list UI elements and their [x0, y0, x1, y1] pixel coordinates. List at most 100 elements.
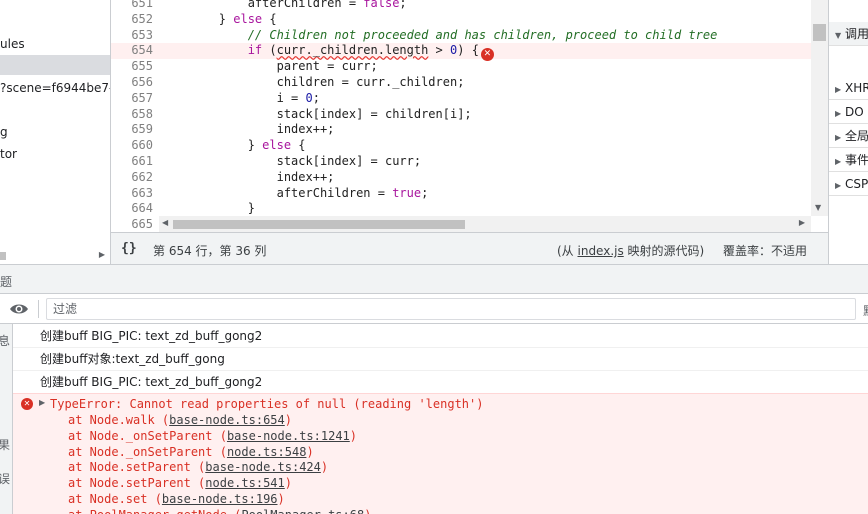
source-map-suffix: 映射的源代码)	[623, 244, 705, 258]
stack-frame-function: at Node.set (	[68, 492, 162, 506]
section-call-stack[interactable]: ▼ 调用	[829, 22, 868, 46]
navigator-item-label: ules	[0, 37, 25, 51]
code-line[interactable]: 664 }	[111, 201, 811, 217]
line-number[interactable]: 654	[111, 43, 153, 59]
pretty-print-icon[interactable]: {}	[121, 241, 137, 256]
scroll-right-arrow-icon[interactable]: ▶	[799, 218, 805, 227]
scroll-left-arrow-icon[interactable]: ◀	[162, 218, 168, 227]
line-number[interactable]: 653	[111, 28, 153, 44]
code-text: afterChildren = false;	[161, 0, 407, 10]
section-csp-breakpoints[interactable]: ▶ CSP	[829, 172, 868, 196]
triangle-right-icon: ▶	[835, 181, 842, 190]
code-text: i = 0;	[161, 90, 320, 105]
navigator-horizontal-scrollbar[interactable]: ▶	[0, 248, 110, 264]
code-line-error[interactable]: 654 if (curr._children.length > 0) {✕	[111, 43, 811, 62]
code-line[interactable]: 655 parent = curr;	[111, 59, 811, 75]
coverage-label: 覆盖率：不适用	[723, 244, 808, 258]
console-sidebar-label[interactable]: 误	[0, 470, 10, 487]
code-line[interactable]: 657 i = 0;	[111, 91, 811, 107]
code-line[interactable]: 662 index++;	[111, 170, 811, 186]
stack-frame-close: )	[277, 492, 285, 506]
error-text: TypeError: Cannot read properties of nul…	[50, 397, 484, 411]
navigator-item-selected[interactable]	[0, 55, 110, 75]
console-sidebar-label[interactable]: 果	[0, 436, 10, 453]
scrollbar-thumb[interactable]	[0, 252, 6, 260]
code-text: parent = curr;	[161, 59, 378, 74]
code-text: } else {	[161, 138, 306, 153]
code-line[interactable]: 656 children = curr._children;	[111, 75, 811, 91]
line-number[interactable]: 660	[111, 138, 153, 154]
scrollbar-thumb[interactable]	[173, 220, 465, 229]
code-text: } else {	[161, 11, 277, 26]
line-number[interactable]: 663	[111, 186, 153, 202]
console-log-row[interactable]: 创建buff对象:text_zd_buff_gong	[13, 348, 868, 371]
stack-frame-source-link[interactable]: base-node.ts:196	[162, 492, 278, 506]
stack-frame-source-link[interactable]: base-node.ts:654	[169, 413, 285, 427]
navigator-item[interactable]: ules	[0, 34, 25, 54]
source-map-info: (从 index.js 映射的源代码)	[557, 242, 704, 259]
editor-scroll-thumb[interactable]	[813, 24, 826, 41]
expand-triangle-icon[interactable]: ▶	[39, 398, 45, 407]
stack-frame-source-link[interactable]: node.ts:548	[227, 445, 306, 459]
code-line[interactable]: 663 afterChildren = true;	[111, 186, 811, 202]
drawer-tab[interactable]: 题	[0, 273, 12, 290]
section-dom-breakpoints[interactable]: ▶ DO	[829, 100, 868, 124]
line-number[interactable]: 652	[111, 12, 153, 28]
line-number[interactable]: 655	[111, 59, 153, 75]
section-global-listeners[interactable]: ▶ 全局	[829, 124, 868, 148]
triangle-down-icon: ▼	[835, 31, 842, 40]
code-line[interactable]: 651 afterChildren = false;	[111, 0, 811, 12]
drawer-tab-bar: 题	[0, 264, 868, 294]
navigator-item[interactable]: ?scene=f6944be7-	[0, 78, 110, 98]
navigator-panel: ules ?scene=f6944be7- g tor ▶	[0, 0, 111, 264]
line-number[interactable]: 657	[111, 91, 153, 107]
code-text: afterChildren = true;	[161, 185, 429, 200]
section-event-listeners[interactable]: ▶ 事件	[829, 148, 868, 172]
default-levels-dropdown[interactable]: 默	[863, 302, 868, 319]
code-line[interactable]: 659 index++;	[111, 122, 811, 138]
source-editor[interactable]: 651 afterChildren = false; 652 } else {65…	[111, 0, 828, 232]
stack-frame-source-link[interactable]: node.ts:541	[205, 476, 284, 490]
triangle-right-icon: ▶	[835, 133, 842, 142]
code-text: index++;	[161, 122, 335, 137]
stack-frame-close: )	[306, 444, 314, 459]
stack-frame: at Node.setParent (node.ts:541)	[68, 475, 292, 491]
line-number[interactable]: 664	[111, 201, 153, 217]
eye-icon[interactable]	[8, 300, 30, 318]
editor-horizontal-scrollbar[interactable]: ◀ ▶	[159, 216, 811, 232]
console-toolbar: 默	[0, 294, 868, 324]
line-number[interactable]: 662	[111, 170, 153, 186]
console-filter-input[interactable]	[46, 298, 856, 320]
code-line[interactable]: 653 // Children not proceeded and has ch…	[111, 28, 811, 44]
line-number[interactable]: 661	[111, 154, 153, 170]
section-label: 全局	[845, 129, 868, 143]
navigator-item[interactable]: g	[0, 122, 8, 142]
console-log-row[interactable]: 创建buff BIG_PIC: text_zd_buff_gong2	[13, 371, 868, 394]
code-line[interactable]: 660 } else {	[111, 138, 811, 154]
line-number[interactable]: 651	[111, 0, 153, 12]
stack-frame: at Node._onSetParent (base-node.ts:1241)	[68, 428, 357, 444]
console-log-row[interactable]: 创建buff BIG_PIC: text_zd_buff_gong2	[13, 325, 868, 348]
section-xhr-breakpoints[interactable]: ▶XHR	[829, 76, 868, 100]
line-number[interactable]: 665	[111, 217, 153, 232]
code-line[interactable]: 652 } else {	[111, 12, 811, 28]
console-error-message[interactable]: ✕ ▶ TypeError: Cannot read properties of…	[13, 393, 868, 514]
code-line[interactable]: 661 stack[index] = curr;	[111, 154, 811, 170]
log-message: 创建buff BIG_PIC: text_zd_buff_gong2	[40, 329, 263, 343]
stack-frame-source-link[interactable]: PoolManager.ts:68	[241, 508, 364, 514]
scroll-down-arrow-icon[interactable]: ▼	[815, 203, 821, 212]
section-label: CSP	[845, 177, 868, 191]
console-sidebar-label[interactable]: 息	[0, 332, 10, 349]
line-number[interactable]: 659	[111, 122, 153, 138]
stack-frame-source-link[interactable]: base-node.ts:424	[205, 460, 321, 474]
source-map-link[interactable]: index.js	[578, 244, 624, 258]
section-label: 调用	[845, 27, 868, 41]
line-number[interactable]: 656	[111, 75, 153, 91]
scroll-right-arrow-icon[interactable]: ▶	[99, 250, 105, 259]
stack-frame-source-link[interactable]: base-node.ts:1241	[227, 429, 350, 443]
code-text: children = curr._children;	[161, 75, 465, 89]
code-line[interactable]: 658 stack[index] = children[i];	[111, 107, 811, 123]
line-number[interactable]: 658	[111, 107, 153, 123]
toolbar-divider	[38, 300, 39, 318]
navigator-item[interactable]: tor	[0, 144, 17, 164]
